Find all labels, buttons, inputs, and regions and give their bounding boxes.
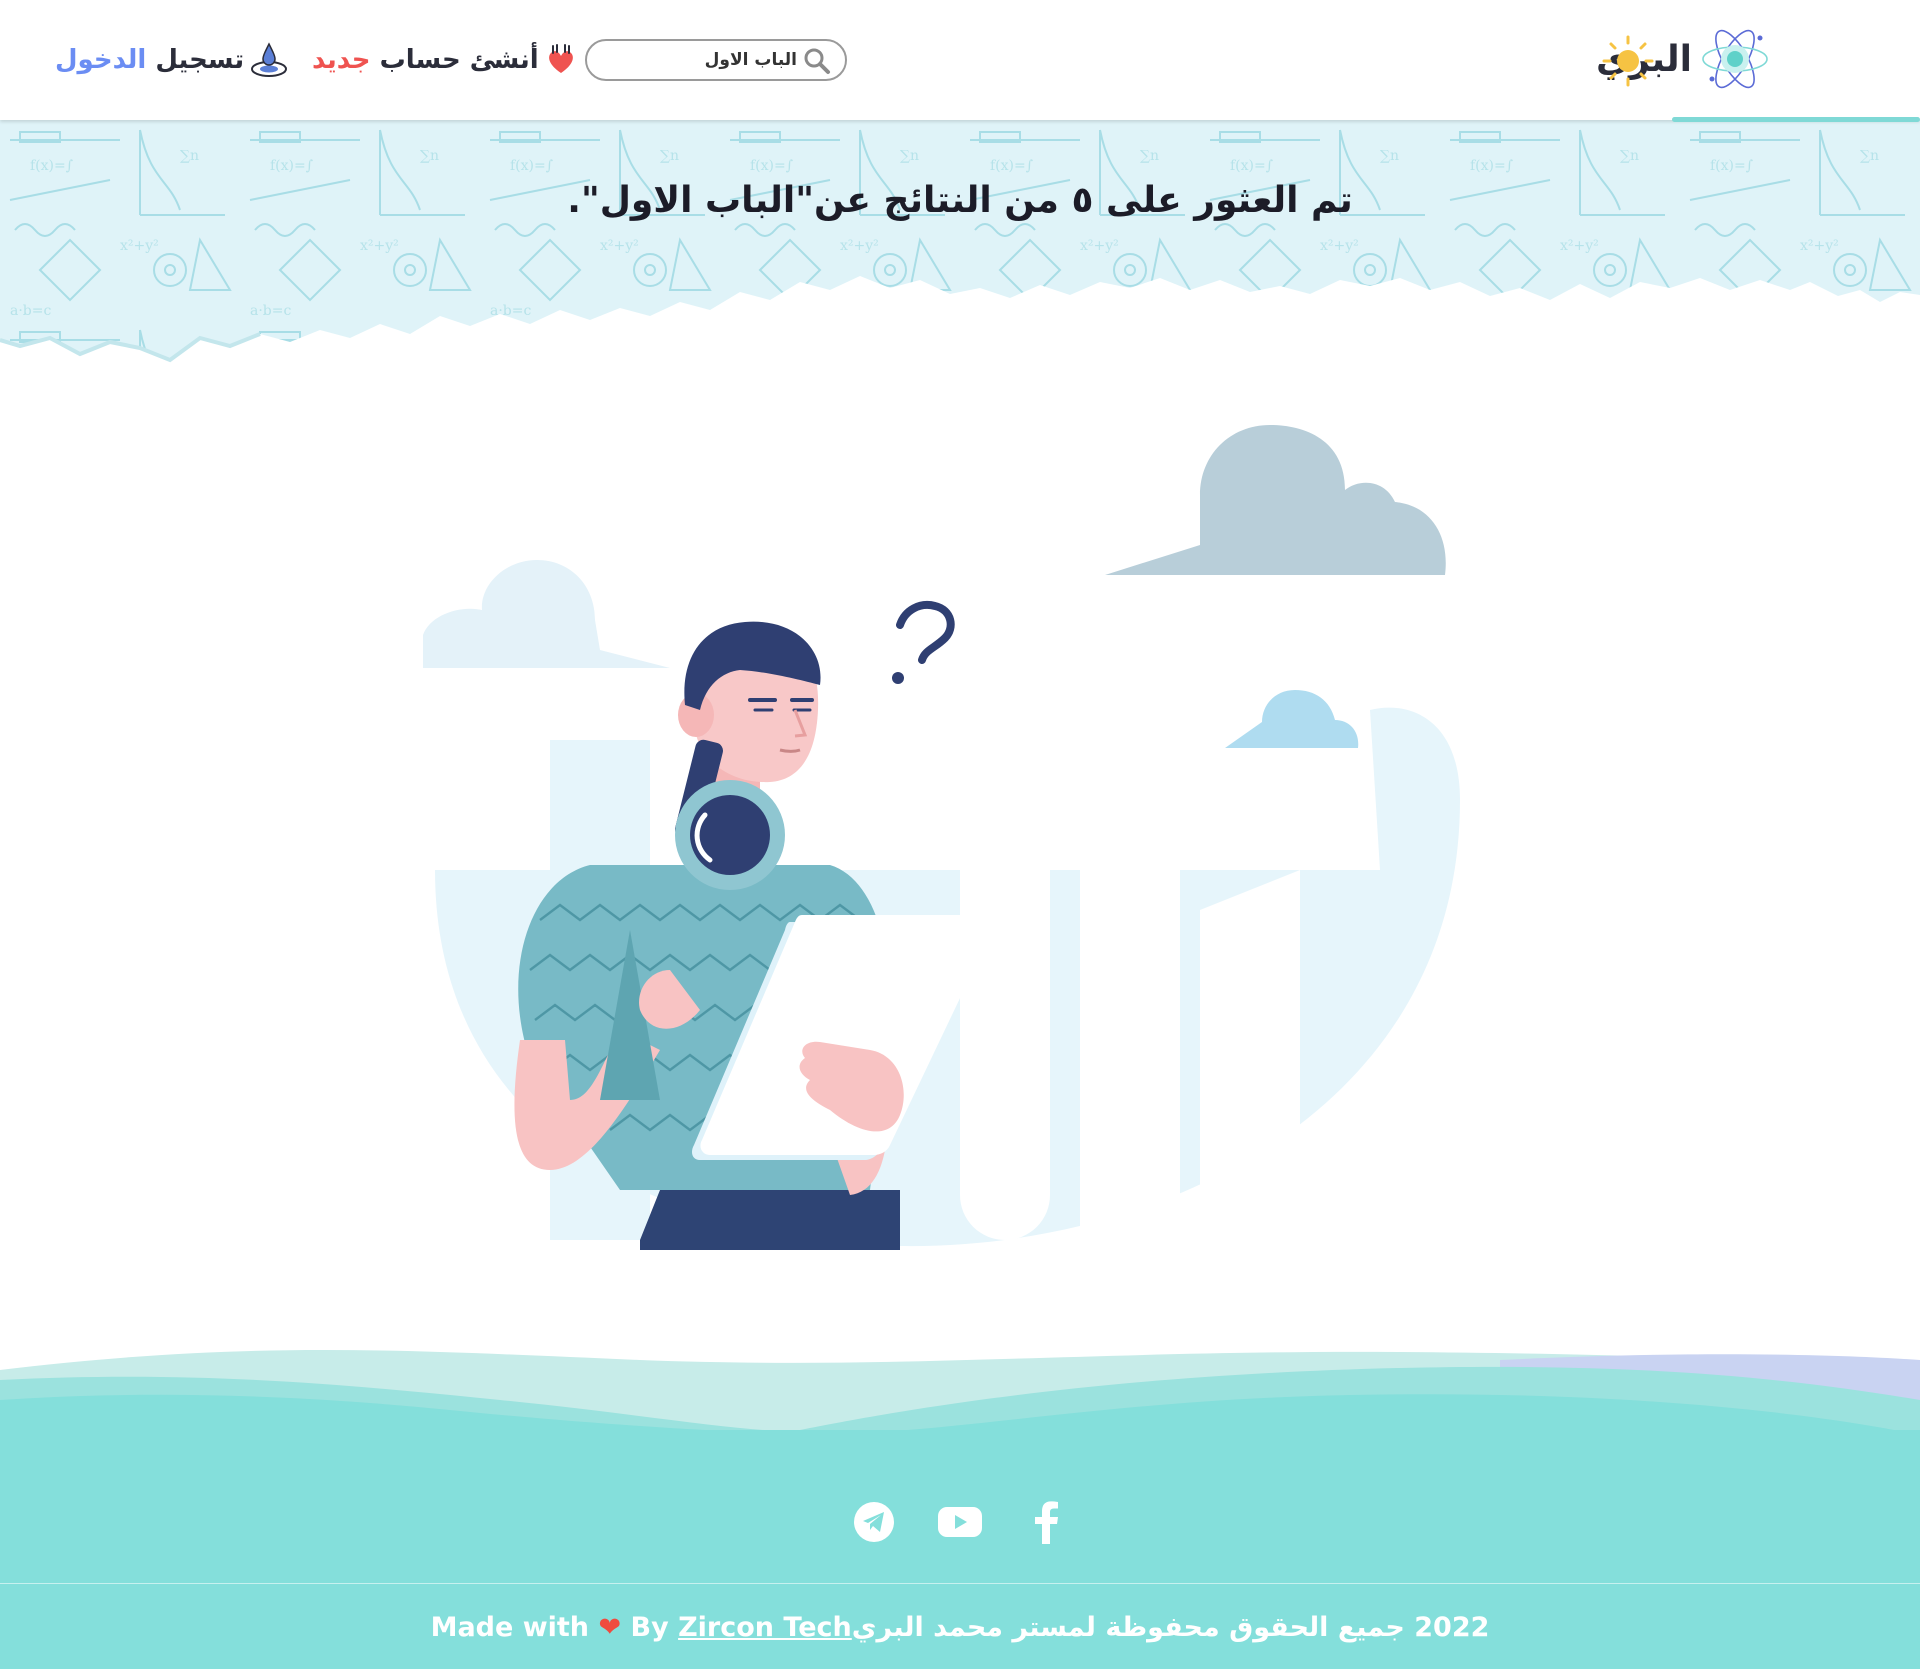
search-results-title: تم العثور على ٥ من النتائج عن"الباب الاو… bbox=[567, 180, 1353, 221]
search-box bbox=[585, 39, 847, 81]
search-button[interactable] bbox=[803, 47, 831, 75]
login-label: تسجيل الدخول bbox=[55, 45, 244, 75]
site-header: البري الباب الاول أنشئ حساب جديد تسجيل ا… bbox=[0, 0, 1920, 122]
heart-icon: ❤ bbox=[598, 1612, 622, 1643]
by-text: By bbox=[630, 1612, 669, 1643]
register-label: أنشئ حساب جديد bbox=[312, 45, 539, 75]
sun-icon bbox=[1602, 35, 1654, 87]
cloud-light-left bbox=[423, 560, 670, 668]
register-prefix: أنشئ حساب bbox=[370, 45, 539, 75]
math-pattern-background: f(x)=∫ x²+y² a·b=c ∑n bbox=[0, 120, 1920, 363]
social-links bbox=[0, 1496, 1920, 1548]
cloud-gray bbox=[1105, 425, 1446, 575]
heart-hands-icon bbox=[548, 44, 573, 73]
site-footer: Made with ❤ By Zircon Tech2022 جميع الحق… bbox=[0, 1430, 1920, 1669]
question-mark-icon bbox=[892, 601, 955, 684]
copyright-line: Made with ❤ By Zircon Tech2022 جميع الحق… bbox=[0, 1612, 1920, 1643]
search-icon bbox=[804, 48, 830, 74]
facebook-link[interactable] bbox=[1020, 1496, 1072, 1548]
telegram-link[interactable] bbox=[848, 1496, 900, 1548]
company-link[interactable]: Zircon Tech bbox=[678, 1612, 852, 1643]
search-input[interactable] bbox=[647, 47, 797, 73]
cloud-blue-right bbox=[1225, 690, 1359, 748]
login-link[interactable]: تسجيل الدخول bbox=[55, 38, 288, 82]
made-with-text: Made with bbox=[430, 1612, 590, 1643]
searching-man-illustration bbox=[423, 425, 1460, 1250]
register-link[interactable]: أنشئ حساب جديد bbox=[312, 38, 577, 82]
youtube-link[interactable] bbox=[934, 1496, 986, 1548]
login-drop-icon bbox=[251, 42, 288, 77]
copyright-text: 2022 جميع الحقوق محفوظة لمستر محمد البري bbox=[851, 1612, 1490, 1643]
atom-logo-icon bbox=[1702, 29, 1768, 89]
hero-banner: f(x)=∫ x²+y² a·b=c ∑n bbox=[0, 120, 1920, 410]
telegram-icon bbox=[854, 1502, 894, 1542]
footer-divider bbox=[0, 1583, 1920, 1584]
active-nav-underline bbox=[1672, 117, 1920, 122]
register-accent: جديد bbox=[312, 45, 371, 75]
youtube-icon bbox=[938, 1507, 982, 1537]
login-accent: الدخول bbox=[55, 45, 147, 75]
login-prefix: تسجيل bbox=[146, 45, 245, 75]
facebook-icon bbox=[1035, 1501, 1058, 1544]
theme-toggle-button[interactable] bbox=[1600, 33, 1656, 89]
